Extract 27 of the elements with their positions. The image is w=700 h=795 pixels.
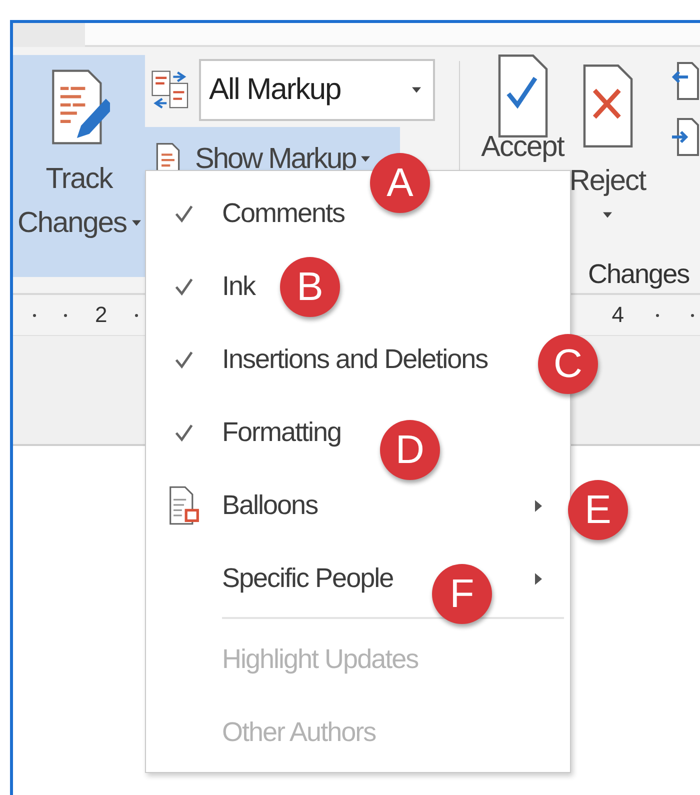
previous-change-icon[interactable] xyxy=(670,61,700,101)
menu-item[interactable]: Balloons xyxy=(222,490,318,521)
menu-item[interactable]: Comments xyxy=(222,198,345,229)
caret-icon xyxy=(360,156,370,162)
markup-dropdown[interactable]: All Markup xyxy=(199,59,435,121)
menu-item[interactable]: Specific People xyxy=(222,563,394,594)
ruler-number: 4 xyxy=(612,302,624,328)
group-label: Changes xyxy=(588,259,690,290)
ruler-tick xyxy=(691,314,694,316)
menu-item[interactable]: Insertions and Deletions xyxy=(222,344,488,375)
caret-icon xyxy=(603,212,612,218)
menu-item: Highlight Updates xyxy=(222,644,418,675)
accept-button[interactable]: Accept xyxy=(480,47,565,259)
menu-item[interactable]: Ink xyxy=(222,271,256,302)
menu-item[interactable]: Formatting xyxy=(222,417,342,448)
menu-item: Other Authors xyxy=(222,717,376,748)
ruler-number: 2 xyxy=(95,302,108,328)
next-change-icon[interactable] xyxy=(670,117,700,157)
caret-icon xyxy=(132,220,141,226)
ruler-tick xyxy=(135,314,138,316)
ruler-tick xyxy=(64,314,67,316)
reject-button[interactable]: Reject xyxy=(565,47,650,259)
document-balloon-icon xyxy=(168,484,200,526)
caret-icon xyxy=(412,87,421,93)
ruler-tick xyxy=(33,314,36,316)
track-changes-button[interactable]: Track Changes xyxy=(13,55,145,277)
ruler-tick xyxy=(656,314,659,316)
